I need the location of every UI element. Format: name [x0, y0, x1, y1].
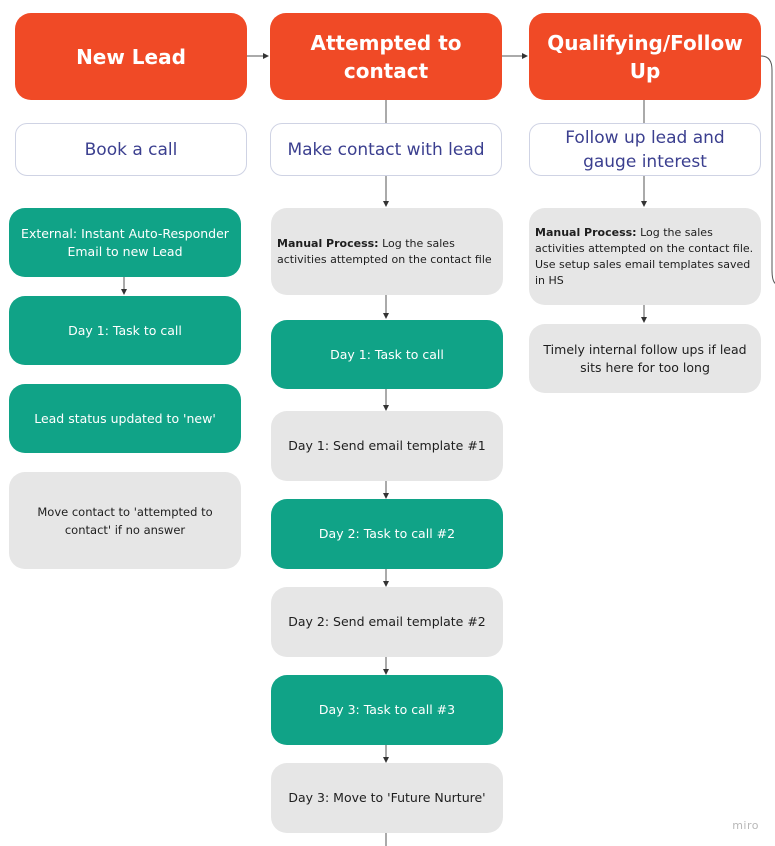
stage-goal-label: Make contact with lead [287, 139, 485, 160]
stage-goal-new-lead[interactable]: Book a call [15, 123, 247, 176]
note-card[interactable]: Day 2: Send email template #2 [271, 587, 503, 657]
note-card[interactable]: Day 1: Send email template #1 [271, 411, 503, 481]
note-text: Timely internal follow ups if lead sits … [543, 341, 747, 375]
step-text: External: Instant Auto-Responder Email t… [21, 225, 229, 259]
note-text: Day 3: Move to 'Future Nurture' [288, 790, 486, 805]
step-card[interactable]: Lead status updated to 'new' [9, 384, 241, 453]
stage-header-label: Qualifying/Follow Up [547, 30, 743, 83]
stage-goal-attempted[interactable]: Make contact with lead [270, 123, 502, 176]
manual-process-card[interactable]: Manual Process: Log the sales activities… [271, 208, 503, 295]
stage-header-label: Attempted to contact [310, 30, 462, 83]
note-text: Manual Process: Log the sales activities… [277, 236, 497, 268]
note-text: Manual Process: Log the sales activities… [535, 225, 755, 289]
note-text: Day 2: Send email template #2 [288, 614, 486, 629]
stage-header-label: New Lead [76, 44, 186, 69]
stage-header-attempted[interactable]: Attempted to contact [270, 13, 502, 100]
stage-header-qualifying[interactable]: Qualifying/Follow Up [529, 13, 761, 100]
step-text: Day 1: Task to call [330, 346, 444, 362]
note-text: Move contact to 'attempted to contact' i… [37, 504, 213, 537]
miro-watermark: miro [732, 819, 759, 832]
note-card[interactable]: Day 3: Move to 'Future Nurture' [271, 763, 503, 833]
note-bold-label: Manual Process: [535, 225, 637, 239]
step-text: Lead status updated to 'new' [34, 410, 216, 426]
step-card[interactable]: Day 1: Task to call [271, 320, 503, 389]
step-card[interactable]: Day 2: Task to call #2 [271, 499, 503, 569]
manual-process-card[interactable]: Manual Process: Log the sales activities… [529, 208, 761, 305]
step-card[interactable]: External: Instant Auto-Responder Email t… [9, 208, 241, 277]
stage-goal-label: Follow up lead and gauge interest [565, 127, 725, 172]
note-text: Day 1: Send email template #1 [288, 438, 486, 453]
note-card[interactable]: Move contact to 'attempted to contact' i… [9, 472, 241, 569]
step-text: Day 2: Task to call #2 [318, 526, 456, 541]
connector-qualifying-loop [760, 55, 775, 284]
step-text: Day 3: Task to call #3 [318, 702, 456, 717]
step-card[interactable]: Day 1: Task to call [9, 296, 241, 365]
step-text: Day 1: Task to call [68, 322, 182, 338]
stage-header-new-lead[interactable]: New Lead [15, 13, 247, 100]
stage-goal-label: Book a call [84, 139, 178, 160]
step-card[interactable]: Day 3: Task to call #3 [271, 675, 503, 745]
note-bold-label: Manual Process: [277, 236, 379, 250]
note-card[interactable]: Timely internal follow ups if lead sits … [529, 324, 761, 393]
stage-goal-qualifying[interactable]: Follow up lead and gauge interest [529, 123, 761, 176]
